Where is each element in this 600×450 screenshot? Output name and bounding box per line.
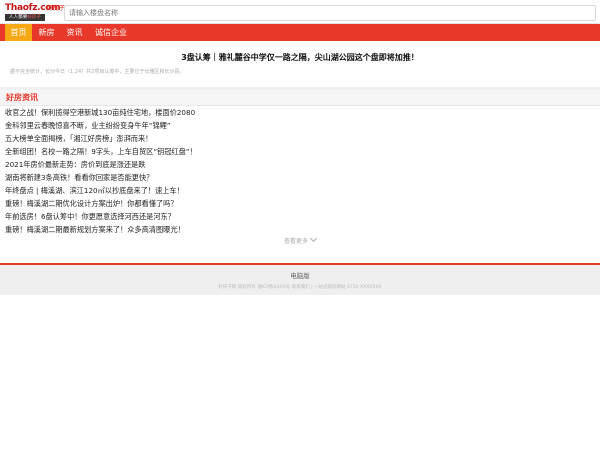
news-item[interactable]: 2021年房价最新走势：房价到底是涨还是跌 — [5, 159, 145, 171]
logo-slogan: 好房子 — [47, 5, 66, 12]
footer: 电脑版 好房子网 版权所有 湘ICP备XXXX号 联系我们 | 一站式购房网站 … — [0, 265, 600, 295]
footer-copyright: 好房子网 版权所有 湘ICP备XXXX号 联系我们 | 一站式购房网站 0731… — [218, 285, 382, 290]
search-box[interactable] — [64, 5, 596, 21]
top-bar: Thaofz.com 好房子 人人都要好房子 — [0, 0, 600, 24]
headline-title[interactable]: 3盘认筹｜雅礼麓谷中学仅一路之隔，尖山湖公园这个盘即将加推！ — [0, 52, 600, 63]
logo-sub-left: 人人都要 — [8, 15, 28, 20]
news-item[interactable]: 年前选房！6盘认筹中！你更愿意选择河西还是河东？ — [5, 211, 175, 223]
nav-item-new-homes[interactable]: 新房 — [33, 24, 60, 41]
news-item[interactable]: 五大榜单全面揭榜，「湘江好房榜」澎湃而来！ — [5, 133, 152, 145]
headline-note: 据不完全统计，长沙今日（1.24）共3项目认筹中，主要位于长雅区和长沙县。 — [10, 69, 185, 75]
news-item[interactable]: 重磅！梅溪湖二期优化设计方案出炉！你都看懂了吗？ — [5, 198, 178, 210]
desktop-version-link[interactable]: 电脑版 — [0, 270, 600, 280]
logo-sub-right: 好房子 — [27, 15, 42, 20]
nav-item-home[interactable]: 首页 — [5, 24, 32, 41]
news-item[interactable]: 金科邻里云春晚惊喜不断，业主纷纷变身牛年“锦鲤” — [5, 120, 171, 132]
nav-item-trusted-companies[interactable]: 诚信企业 — [90, 24, 132, 41]
logo-subtitle: 人人都要好房子 — [5, 14, 45, 21]
headline-card[interactable]: 3盘认筹｜雅礼麓谷中学仅一路之隔，尖山湖公园这个盘即将加推！ 据不完全统计，长沙… — [0, 41, 600, 87]
site-logo[interactable]: Thaofz.com 好房子 人人都要好房子 — [5, 3, 66, 22]
news-item[interactable]: 湖南将新建3条高铁！看看你回家是否能更快？ — [5, 172, 153, 184]
search-input[interactable] — [65, 6, 595, 20]
main-nav: 首页 新房 资讯 诚信企业 — [0, 24, 600, 41]
chevron-down-icon — [309, 234, 318, 243]
news-section-header: 好房资讯 — [0, 90, 600, 106]
news-item[interactable]: 重磅！梅溪湖二期最新规划方案来了！众多高清图曝光！ — [5, 224, 185, 236]
view-more-label: 查看更多 — [283, 238, 308, 245]
news-item[interactable]: 年终盘点 | 梅溪湖、滨江120㎡以抄底盘来了！速上车！ — [5, 185, 184, 197]
nav-item-news[interactable]: 资讯 — [61, 24, 88, 41]
news-item[interactable]: 收官之战！保利揽得空港新城130亩纯住宅地，楼面价2080 — [5, 107, 195, 119]
news-section-title: 好房资讯 — [6, 93, 38, 102]
news-item[interactable]: 全新组团！名校一路之隔！9字头，上车自贸区“钥冠红盘”！ — [5, 146, 197, 158]
view-more-button[interactable]: 查看更多 — [0, 234, 600, 247]
